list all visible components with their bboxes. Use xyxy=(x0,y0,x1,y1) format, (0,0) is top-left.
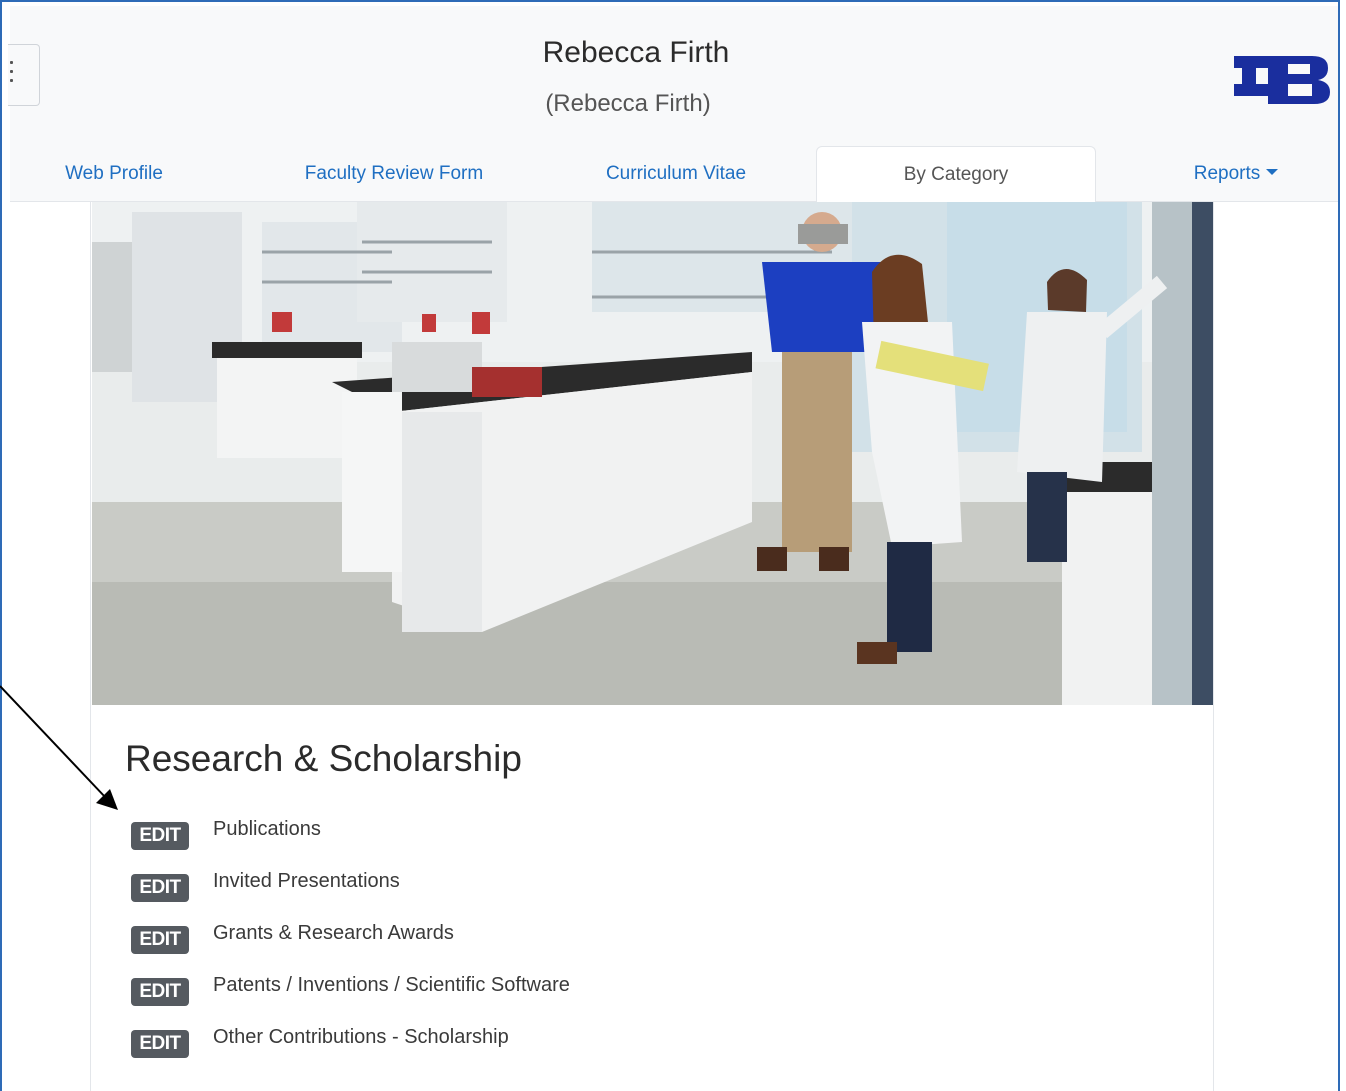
tab-by-category[interactable]: By Category xyxy=(816,146,1096,203)
tab-web-profile[interactable]: Web Profile xyxy=(50,146,178,202)
caret-down-icon xyxy=(1266,169,1279,176)
item-label[interactable]: Other Contributions - Scholarship xyxy=(213,1026,509,1049)
tab-curriculum-vitae[interactable]: Curriculum Vitae xyxy=(590,146,762,202)
profile-header: Rebecca Firth (Rebecca Firth) Web Profil… xyxy=(8,6,1338,203)
tab-label: Faculty Review Form xyxy=(304,163,484,184)
page-subtitle: (Rebecca Firth) xyxy=(545,90,711,117)
tab-reports[interactable]: Reports xyxy=(1186,146,1286,202)
nav-tabs: Web Profile Faculty Review Form Curricul… xyxy=(10,146,1338,203)
edit-button[interactable]: EDIT xyxy=(131,978,189,1006)
edit-button[interactable]: EDIT xyxy=(131,926,189,954)
edit-button[interactable]: EDIT xyxy=(131,822,189,850)
edit-button[interactable]: EDIT xyxy=(131,874,189,902)
tab-label: By Category xyxy=(903,164,1009,185)
tab-label: Curriculum Vitae xyxy=(605,163,747,184)
item-label[interactable]: Grants & Research Awards xyxy=(213,922,454,945)
section-title: Research & Scholarship xyxy=(125,738,522,779)
item-label[interactable]: Publications xyxy=(213,818,321,841)
page-title: Rebecca Firth xyxy=(542,36,730,69)
edit-button[interactable]: EDIT xyxy=(131,1030,189,1058)
tab-label: Web Profile xyxy=(65,163,163,184)
category-card: Research & Scholarship EDIT Publications… xyxy=(90,202,1214,1091)
tab-label: Reports xyxy=(1193,163,1261,184)
tab-faculty-review-form[interactable]: Faculty Review Form xyxy=(294,146,494,202)
item-label[interactable]: Patents / Inventions / Scientific Softwa… xyxy=(213,974,570,997)
lab-photo xyxy=(92,202,1213,705)
ub-logo[interactable] xyxy=(1232,50,1332,110)
item-label[interactable]: Invited Presentations xyxy=(213,870,400,893)
